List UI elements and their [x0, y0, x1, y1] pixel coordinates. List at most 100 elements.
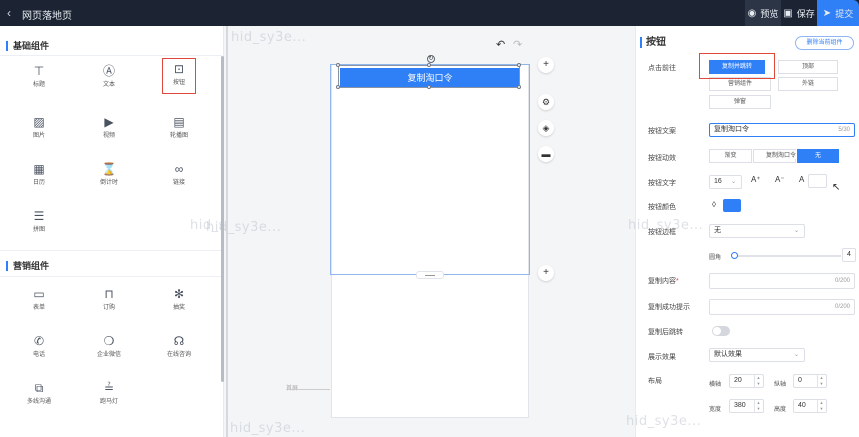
delete-component-button[interactable]: 删除当前组件: [795, 36, 854, 50]
component-marquee[interactable]: ≟ 跑马灯: [79, 378, 139, 416]
font-increase-icon[interactable]: A⁺: [751, 175, 761, 184]
component-title[interactable]: ⊤ 标题: [9, 61, 69, 99]
display-effect-select[interactable]: 默认效果 ⌄: [709, 348, 805, 362]
height-input[interactable]: 40 ▲ ▼: [793, 399, 827, 413]
component-label: 订购: [102, 305, 115, 311]
component-label: 标题: [32, 82, 45, 88]
rotate-handle-icon[interactable]: ↻: [427, 55, 435, 63]
resize-handle[interactable]: [336, 85, 340, 89]
resize-handle[interactable]: [336, 63, 340, 67]
x-axis-value: 20: [734, 377, 742, 384]
save-button[interactable]: ▣ 保存: [781, 0, 817, 26]
page-label-line: [286, 389, 330, 390]
radius-slider-knob[interactable]: [731, 252, 738, 259]
copy-content-label: 复制内容*: [648, 276, 679, 286]
component-puzzle[interactable]: ☰ 拼图: [9, 206, 69, 244]
component-label: 抽奖: [172, 305, 185, 311]
width-input[interactable]: 380 ▲ ▼: [729, 399, 764, 413]
click-option-popup[interactable]: 弹窗: [709, 95, 771, 109]
x-axis-label: 横轴: [709, 382, 722, 388]
component-label: 跑马灯: [99, 399, 118, 405]
component-video[interactable]: ▶ 视频: [79, 112, 139, 150]
y-axis-input[interactable]: 0 ▲ ▼: [793, 374, 827, 388]
jump-after-copy-label: 复制后跳转: [648, 329, 683, 336]
back-arrow-icon[interactable]: ‹: [7, 6, 11, 20]
click-option-marketing[interactable]: 营销组件: [709, 77, 771, 91]
component-label: 在线咨询: [166, 352, 191, 358]
border-select[interactable]: 无 ⌄: [709, 224, 805, 238]
lottery-icon: ✻: [173, 287, 185, 301]
link-icon: ∞: [174, 162, 184, 176]
component-wecom[interactable]: ❍ 企业微信: [79, 331, 139, 369]
animation-option-fade[interactable]: 渐变: [709, 149, 752, 163]
stepper-icon[interactable]: ▲ ▼: [817, 400, 825, 412]
component-label: 多线沟通: [26, 399, 51, 405]
click-target-label: 点击前往: [648, 65, 676, 72]
trash-icon[interactable]: ▬: [538, 146, 554, 162]
component-image[interactable]: ▨ 图片: [9, 112, 69, 150]
component-lottery[interactable]: ✻ 抽奖: [149, 284, 209, 322]
button-color-swatch[interactable]: [723, 199, 741, 212]
component-countdown[interactable]: ⌛ 倒计时: [79, 159, 139, 197]
component-consult[interactable]: ☊ 在线咨询: [149, 331, 209, 369]
component-carousel[interactable]: ▤ 轮播图: [149, 112, 209, 150]
preview-button[interactable]: ◉ 预览: [745, 0, 781, 26]
resize-handle[interactable]: [517, 85, 521, 89]
divider: [0, 55, 222, 56]
component-button[interactable]: ⊡ 按钮: [162, 58, 196, 94]
eye-icon: ◉: [747, 7, 757, 19]
copy-content-input[interactable]: 0/200: [709, 273, 855, 289]
component-text[interactable]: Ⓐ 文本: [79, 61, 139, 99]
component-phone[interactable]: ✆ 电话: [9, 331, 69, 369]
animation-option-none[interactable]: 无: [797, 149, 839, 163]
font-color-icon[interactable]: A: [799, 175, 804, 184]
undo-icon[interactable]: ↶: [496, 38, 505, 51]
paint-bucket-icon[interactable]: ◊: [712, 200, 716, 209]
stepper-icon[interactable]: ▲ ▼: [754, 375, 762, 387]
width-label: 宽度: [709, 407, 722, 413]
form-icon: ▭: [33, 287, 45, 301]
resize-handle[interactable]: [427, 63, 431, 67]
component-label: 按钮: [172, 80, 185, 86]
click-option-external[interactable]: 外链: [778, 77, 838, 91]
copy-tip-input[interactable]: 0/200: [709, 299, 855, 315]
component-form[interactable]: ▭ 表单: [9, 284, 69, 322]
radius-label: 圆角: [709, 255, 722, 261]
redo-icon[interactable]: ↷: [513, 38, 522, 51]
chevron-down-icon: ⌄: [793, 352, 799, 358]
panel-title: 按钮: [640, 37, 666, 48]
font-color-swatch[interactable]: [808, 174, 827, 188]
save-label: 保存: [796, 8, 815, 19]
font-decrease-icon[interactable]: A⁻: [775, 175, 785, 184]
component-multichannel[interactable]: ⧉ 多线沟通: [9, 378, 69, 416]
radius-slider-track[interactable]: [732, 255, 841, 257]
add-icon[interactable]: +: [538, 57, 554, 73]
component-calendar[interactable]: ▦ 日历: [9, 159, 69, 197]
submit-button[interactable]: ➤ 提交: [817, 0, 859, 26]
click-option-top[interactable]: 顶部: [778, 60, 838, 74]
calendar-icon: ▦: [33, 162, 45, 176]
page-split-handle[interactable]: [416, 271, 444, 279]
component-label: 链接: [172, 180, 185, 186]
stepper-icon[interactable]: ▲ ▼: [754, 400, 762, 412]
watermark: hid_sy3e...: [230, 421, 306, 436]
button-text-input[interactable]: 复制淘口令 5/30: [709, 123, 855, 137]
gear-icon[interactable]: ⚙: [538, 94, 554, 110]
marquee-icon: ≟: [103, 381, 115, 395]
resize-handle[interactable]: [517, 63, 521, 67]
layers-icon[interactable]: ◈: [538, 120, 554, 136]
watermark: hid_sy3e...: [628, 218, 704, 233]
font-size-select[interactable]: 16 ⌄: [709, 175, 742, 189]
resize-handle[interactable]: [427, 85, 431, 89]
add-icon[interactable]: +: [538, 265, 554, 281]
stepper-icon[interactable]: ▲ ▼: [817, 375, 825, 387]
component-label: 企业微信: [96, 352, 121, 358]
x-axis-input[interactable]: 20 ▲ ▼: [729, 374, 764, 388]
mouse-cursor-icon: ↖: [832, 182, 841, 193]
component-order[interactable]: ⊓ 订购: [79, 284, 139, 322]
radius-input[interactable]: 4: [842, 248, 856, 262]
watermark: hid_sy3e...: [626, 414, 702, 429]
first-screen-frame[interactable]: [330, 64, 530, 275]
component-link[interactable]: ∞ 链接: [149, 159, 209, 197]
wecom-icon: ❍: [103, 334, 115, 348]
